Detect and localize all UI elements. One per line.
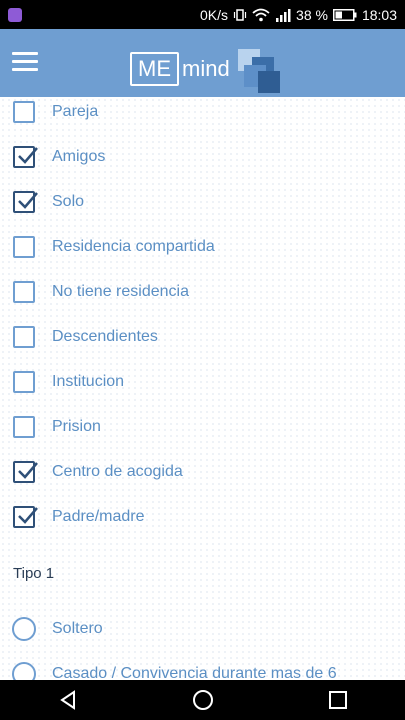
- radio-option-casado[interactable]: Casado / Convivencia durante mas de 6: [0, 654, 405, 680]
- clock: 18:03: [361, 6, 397, 23]
- checkbox-prision[interactable]: [13, 416, 35, 438]
- app-bar: ME mind: [0, 29, 405, 97]
- checkbox-centro-de-acogida[interactable]: [13, 461, 38, 483]
- option-solo[interactable]: Solo: [0, 182, 405, 222]
- option-label: Prision: [52, 418, 101, 435]
- wifi-icon: [252, 8, 270, 22]
- option-pareja[interactable]: Pareja: [0, 97, 405, 132]
- checkbox-pareja[interactable]: [13, 101, 35, 123]
- option-label: Centro de acogida: [52, 463, 183, 480]
- option-amigos[interactable]: Amigos: [0, 137, 405, 177]
- home-icon[interactable]: [173, 680, 233, 720]
- option-label: No tiene residencia: [52, 283, 189, 300]
- status-bar: 0K/s 38 % 18:03: [0, 0, 405, 29]
- logo-box-text: ME: [130, 52, 179, 86]
- checkbox-solo[interactable]: [13, 191, 38, 213]
- option-institucion[interactable]: Institucion: [0, 362, 405, 402]
- checkmark-icon: [18, 507, 38, 524]
- option-label: Padre/madre: [52, 508, 145, 525]
- radio-label: Soltero: [52, 620, 103, 637]
- option-descendientes[interactable]: Descendientes: [0, 317, 405, 357]
- radio-option-soltero[interactable]: Soltero: [0, 609, 405, 649]
- checkbox-amigos[interactable]: [13, 146, 38, 168]
- option-label: Institucion: [52, 373, 125, 390]
- checkbox-no-tiene-residencia[interactable]: [13, 281, 35, 303]
- option-label: Amigos: [52, 148, 106, 165]
- battery-percent: 38 %: [296, 6, 328, 23]
- option-label: Solo: [52, 193, 85, 210]
- checkmark-icon: [18, 462, 38, 479]
- battery-icon: [332, 8, 357, 21]
- radio-soltero[interactable]: [12, 617, 36, 641]
- option-no-tiene-residencia[interactable]: No tiene residencia: [0, 272, 405, 312]
- network-speed: 0K/s: [200, 6, 229, 23]
- option-padre-madre[interactable]: Padre/madre: [0, 497, 405, 537]
- logo-squares-icon: [237, 47, 282, 93]
- checkbox-residencia-compartida[interactable]: [13, 236, 35, 258]
- radio-casado[interactable]: [12, 662, 36, 680]
- memind-logo: ME mind: [130, 47, 282, 93]
- checkbox-institucion[interactable]: [13, 371, 35, 393]
- back-icon[interactable]: [38, 680, 98, 720]
- option-label: Residencia compartida: [52, 238, 215, 255]
- option-label: Pareja: [52, 103, 99, 120]
- android-nav-bar: [0, 680, 405, 720]
- app-notification-icon: [8, 7, 22, 22]
- checkmark-icon: [18, 192, 38, 209]
- logo-text: mind: [182, 56, 230, 81]
- option-label: Descendientes: [52, 328, 158, 345]
- hamburger-menu-icon[interactable]: [12, 52, 38, 72]
- radio-label: Casado / Convivencia durante mas de 6: [52, 665, 337, 680]
- option-prision[interactable]: Prision: [0, 407, 405, 447]
- signal-icon: [275, 8, 291, 22]
- option-residencia-compartida[interactable]: Residencia compartida: [0, 227, 405, 267]
- vibrate-icon: [233, 8, 247, 22]
- checkmark-icon: [18, 147, 38, 164]
- checkbox-padre-madre[interactable]: [13, 506, 38, 528]
- checkbox-descendientes[interactable]: [13, 326, 35, 348]
- recents-icon[interactable]: [308, 680, 368, 720]
- option-centro-de-acogida[interactable]: Centro de acogida: [0, 452, 405, 492]
- options-list[interactable]: Pareja Amigos Solo Residencia compartida…: [0, 97, 405, 680]
- section-title: Tipo 1: [13, 565, 55, 582]
